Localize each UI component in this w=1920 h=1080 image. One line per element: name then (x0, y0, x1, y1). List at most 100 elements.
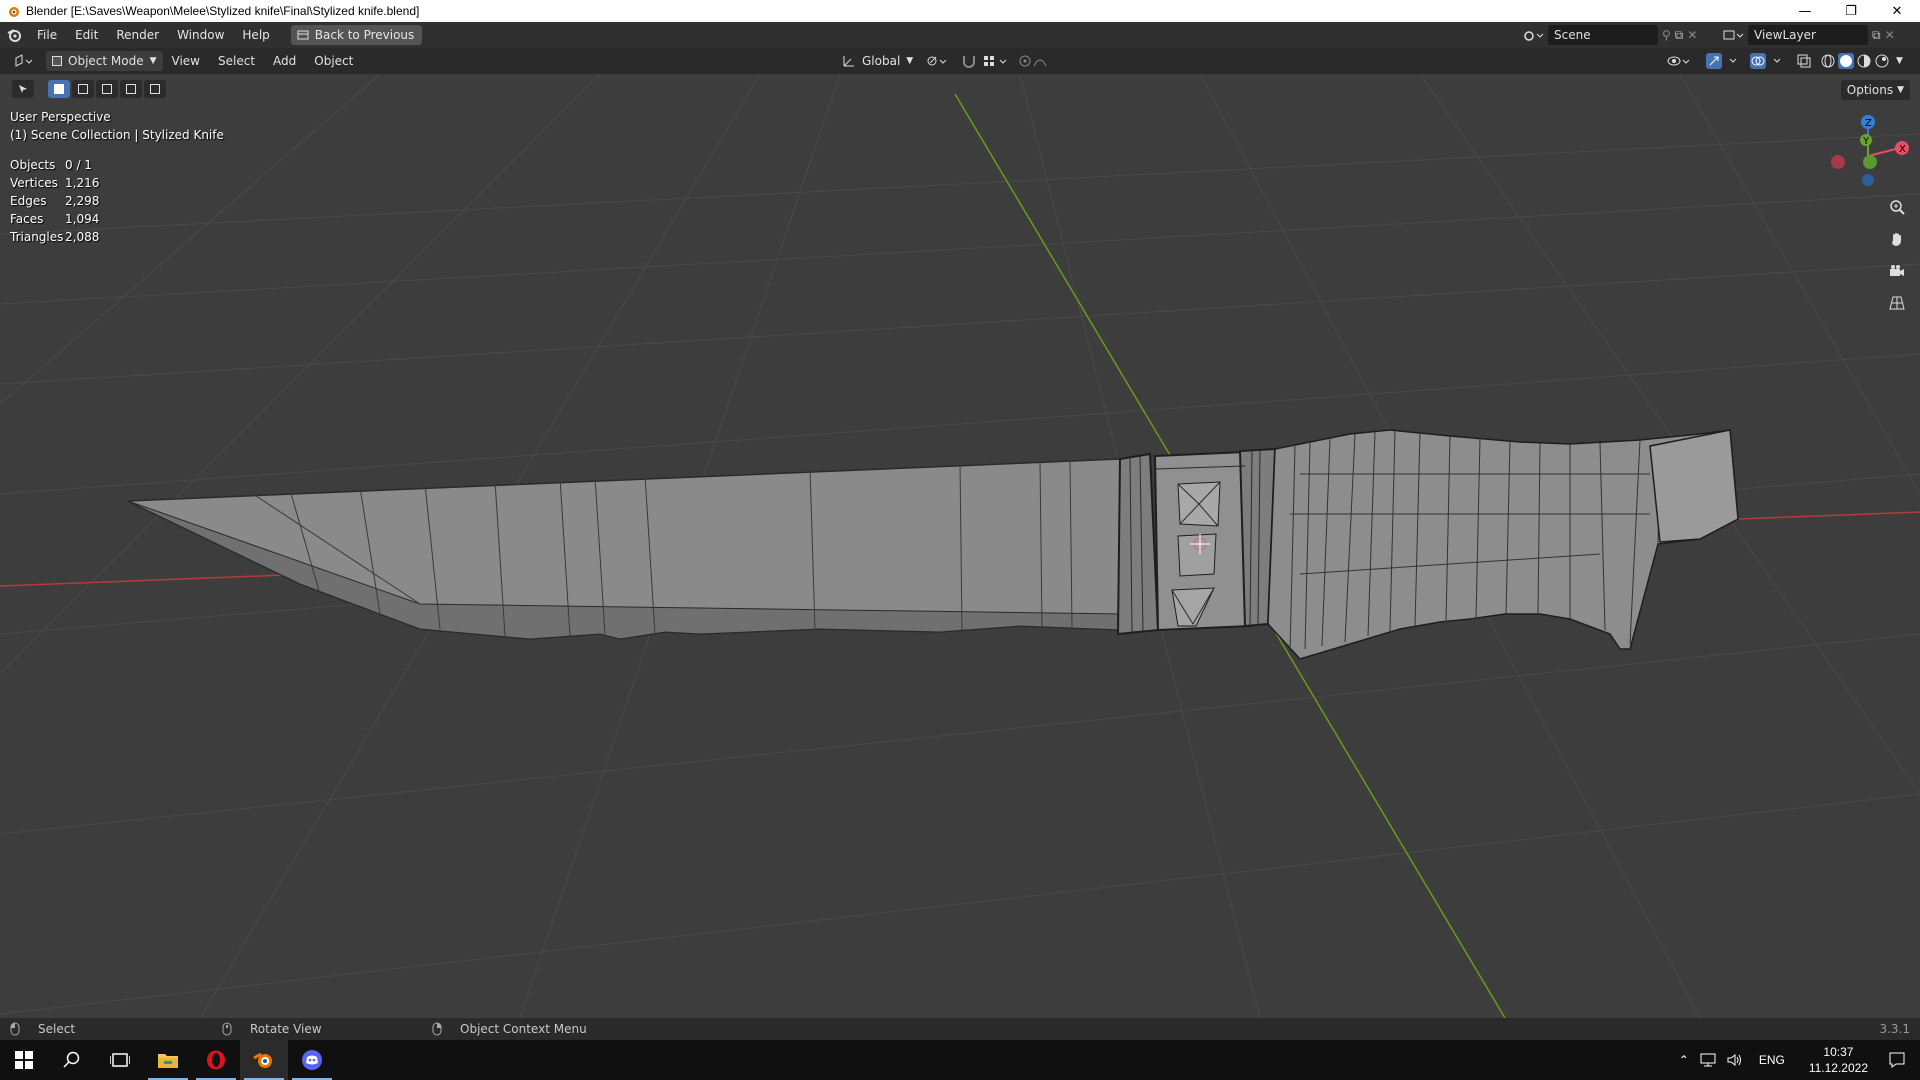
stat-label: Vertices (10, 176, 58, 190)
gizmo-neg-x-axis[interactable] (1831, 155, 1845, 169)
select-invert-button[interactable] (120, 80, 142, 98)
clock-time: 10:37 (1823, 1045, 1854, 1059)
snap-target-button[interactable] (976, 51, 1016, 71)
select-extend-button[interactable] (72, 80, 94, 98)
pin-icon[interactable]: ⚲ (1662, 28, 1671, 42)
discord-icon (302, 1050, 322, 1070)
camera-view-button[interactable] (1884, 258, 1910, 284)
stat-value: 1,216 (65, 176, 100, 190)
object-mode-icon (52, 56, 62, 66)
clock[interactable]: 10:37 11.12.2022 (1809, 1044, 1868, 1076)
view-layer-selector[interactable]: ViewLayer ⧉ ✕ (1722, 25, 1895, 45)
mouse-middle-icon (222, 1022, 232, 1036)
3d-viewport[interactable]: Options ▼ User Perspective (1) Scene Col… (0, 74, 1920, 1018)
orientation-label: Global (862, 54, 901, 68)
delete-view-layer-icon[interactable]: ✕ (1885, 28, 1895, 42)
menu-window[interactable]: Window (168, 22, 233, 48)
tray-expand-icon[interactable]: ⌃ (1679, 1053, 1689, 1067)
start-button[interactable] (0, 1040, 48, 1080)
view-layer-field[interactable]: ViewLayer (1748, 25, 1868, 45)
select-extend-icon (78, 84, 88, 94)
collection-label: (1) Scene Collection | Stylized Knife (10, 128, 224, 142)
overlays-toggle[interactable] (1744, 51, 1796, 71)
snap-grid-icon (984, 56, 1007, 66)
tweak-tool-button[interactable] (12, 80, 34, 98)
options-button[interactable]: Options ▼ (1840, 80, 1910, 100)
perspective-toggle-button[interactable] (1884, 290, 1910, 316)
select-new-button[interactable] (48, 80, 70, 98)
select-subtract-button[interactable] (96, 80, 118, 98)
knife-guard[interactable] (1116, 452, 1160, 636)
shading-mode-buttons[interactable]: ▼ (1814, 51, 1909, 71)
blender-menu-icon[interactable] (0, 22, 28, 48)
taskbar-opera[interactable] (192, 1040, 240, 1080)
gizmo-icon (1706, 53, 1737, 69)
screen-icon (297, 30, 309, 40)
scene-selector[interactable]: Scene ⚲ ⧉ ✕ (1522, 25, 1697, 45)
scene-name-field[interactable]: Scene (1548, 25, 1658, 45)
chevron-down-icon[interactable]: ▼ (1896, 56, 1903, 66)
minimize-button[interactable]: — (1782, 0, 1828, 22)
search-button[interactable] (48, 1040, 96, 1080)
viewport-scene[interactable] (0, 74, 1920, 1018)
menu-help[interactable]: Help (233, 22, 278, 48)
select-intersect-button[interactable] (144, 80, 166, 98)
zoom-button[interactable] (1884, 194, 1910, 220)
rendered-shading-icon[interactable] (1874, 53, 1890, 69)
pivot-point-button[interactable] (920, 51, 954, 71)
stat-value: 0 / 1 (65, 158, 92, 172)
mode-label: Object Mode (68, 54, 144, 68)
close-button[interactable]: ✕ (1874, 0, 1920, 22)
mode-selector[interactable]: Object Mode ▼ (46, 51, 163, 71)
proportional-editing-toggle[interactable] (1012, 51, 1058, 71)
new-view-layer-icon[interactable]: ⧉ (1872, 28, 1881, 43)
solid-shading-icon[interactable] (1838, 53, 1854, 69)
select-mode-toolbar (12, 80, 166, 98)
taskbar-blender[interactable] (240, 1040, 288, 1080)
transform-orientation-selector[interactable]: Global ▼ (836, 51, 919, 71)
pan-button[interactable] (1884, 226, 1910, 252)
editor-type-button[interactable] (8, 51, 40, 71)
chevron-down-icon: ▼ (149, 56, 157, 66)
menu-add[interactable]: Add (264, 54, 305, 68)
material-shading-icon[interactable] (1856, 53, 1872, 69)
new-scene-icon[interactable]: ⧉ (1675, 28, 1684, 43)
restore-button[interactable]: ❐ (1828, 0, 1874, 22)
gizmo-neg-y-axis[interactable] (1863, 155, 1877, 169)
back-to-previous-button[interactable]: Back to Previous (290, 25, 423, 45)
menu-render[interactable]: Render (107, 22, 168, 48)
gizmo-neg-z-axis[interactable] (1862, 174, 1874, 186)
visibility-button[interactable] (1660, 51, 1698, 71)
navigation-gizmo[interactable]: Z X Y (1820, 112, 1910, 192)
mouse-right-icon (432, 1022, 442, 1036)
notifications-icon[interactable] (1888, 1051, 1906, 1069)
stat-row: Vertices 1,216 (10, 174, 99, 192)
perspective-label: User Perspective (10, 110, 111, 124)
taskbar-discord[interactable] (288, 1040, 336, 1080)
task-view-button[interactable] (96, 1040, 144, 1080)
camera-icon (1890, 265, 1904, 276)
stat-label: Triangles (10, 230, 64, 244)
menu-select[interactable]: Select (209, 54, 264, 68)
delete-scene-icon[interactable]: ✕ (1687, 28, 1697, 42)
guard-stud-middle[interactable] (1177, 533, 1217, 577)
knife-mesh[interactable] (127, 429, 1739, 660)
status-select-label: Select (38, 1022, 76, 1036)
language-indicator[interactable]: ENG (1759, 1053, 1785, 1067)
select-invert-icon (126, 84, 136, 94)
knife-pommel[interactable] (1649, 429, 1739, 543)
volume-icon[interactable] (1727, 1053, 1743, 1067)
taskbar-file-explorer[interactable] (144, 1040, 192, 1080)
stat-label: Faces (10, 212, 44, 226)
viewport-header: Object Mode ▼ View Select Add Object Glo… (0, 48, 1920, 74)
menu-edit[interactable]: Edit (66, 22, 107, 48)
menu-object[interactable]: Object (305, 54, 362, 68)
search-icon (63, 1051, 80, 1068)
blender-logo-icon (9, 7, 19, 17)
network-icon[interactable] (1699, 1053, 1717, 1067)
overlays-icon (1750, 53, 1781, 69)
task-view-icon (110, 1053, 130, 1067)
menu-file[interactable]: File (28, 22, 66, 48)
wireframe-shading-icon[interactable] (1820, 53, 1836, 69)
menu-view[interactable]: View (163, 54, 209, 68)
